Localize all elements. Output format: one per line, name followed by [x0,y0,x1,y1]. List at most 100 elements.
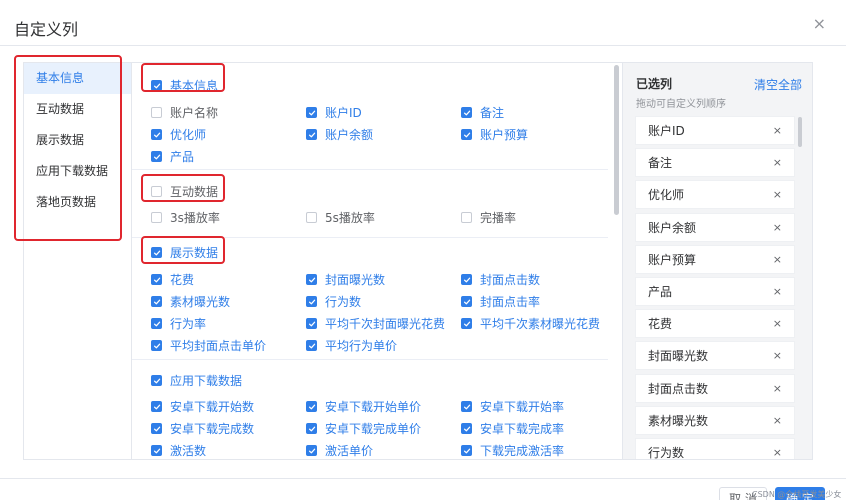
checkbox-checked-icon [151,445,162,456]
checkbox-checked-icon [306,445,317,456]
checkbox-checked-icon [306,423,317,434]
section-interaction-label: 互动数据 [170,185,219,199]
options-scrollbar-thumb[interactable] [614,65,619,215]
selected-item[interactable]: 账户余额 × [635,212,795,242]
option-checkbox[interactable]: 封面曝光数 [306,271,385,288]
option-checkbox[interactable]: 安卓下载开始数 [151,398,254,415]
option-checkbox[interactable]: 5s播放率 [306,209,375,226]
checkbox-checked-icon [461,445,472,456]
checkbox-unchecked-icon [306,212,317,223]
selected-item[interactable]: 花费 × [635,309,795,339]
remove-icon[interactable]: × [773,124,782,137]
selected-item-label: 行为数 [648,445,685,459]
option-checkbox[interactable]: 3s播放率 [151,209,220,226]
section-download: 应用下载数据 安卓下载开始数 安卓下载开始单价 安卓下载开始率 安卓下载完成数 … [132,360,608,459]
section-display-label: 展示数据 [170,246,219,260]
option-checkbox[interactable]: 账户名称 [151,104,218,121]
option-label: 封面曝光数 [325,273,386,287]
checkbox-checked-icon [461,401,472,412]
section-download-checkbox[interactable]: 应用下载数据 [151,372,242,389]
selected-item[interactable]: 行为数 × [635,437,795,459]
checkbox-unchecked-icon [151,107,162,118]
selected-scrollbar-thumb[interactable] [798,117,802,147]
option-label: 5s播放率 [325,211,375,225]
option-checkbox[interactable]: 平均千次素材曝光花费 [461,315,600,332]
option-checkbox[interactable]: 素材曝光数 [151,293,230,310]
option-checkbox[interactable]: 行为数 [306,293,361,310]
close-icon[interactable]: × [813,14,826,33]
category-item-label: 展示数据 [36,133,85,147]
option-checkbox[interactable]: 封面点击率 [461,293,540,310]
selected-item[interactable]: 备注 × [635,148,795,178]
option-checkbox[interactable]: 下载完成激活率 [461,442,564,459]
section-basic: 基本信息 账户名称 账户ID 备注 优化师 账户余额 账户预算 产品 [132,63,608,170]
category-item-interaction[interactable]: 互动数据 [24,94,131,125]
remove-icon[interactable]: × [773,253,782,266]
remove-icon[interactable]: × [773,285,782,298]
remove-icon[interactable]: × [773,414,782,427]
selected-item[interactable]: 账户预算 × [635,244,795,274]
column-config-panel: 基本信息 互动数据 展示数据 应用下载数据 落地页数据 基本信息 账户名称 账户… [23,62,813,460]
options-scrollbar[interactable] [612,63,620,459]
selected-item-label: 花费 [648,317,673,332]
checkbox-checked-icon [151,151,162,162]
option-checkbox[interactable]: 激活单价 [306,442,373,459]
selected-item[interactable]: 封面点击数 × [635,373,795,403]
section-display-checkbox[interactable]: 展示数据 [151,244,218,261]
option-label: 平均行为单价 [325,339,398,353]
option-checkbox[interactable]: 产品 [151,148,194,165]
remove-icon[interactable]: × [773,446,782,459]
option-label: 行为数 [325,295,362,309]
option-checkbox[interactable]: 平均封面点击单价 [151,337,266,354]
option-label: 花费 [170,273,195,287]
selected-item-label: 优化师 [648,188,685,203]
option-label: 平均封面点击单价 [170,339,267,353]
option-checkbox[interactable]: 封面点击数 [461,271,540,288]
checkbox-checked-icon [151,318,162,329]
option-checkbox[interactable]: 安卓下载完成率 [461,420,564,437]
option-checkbox[interactable]: 安卓下载开始单价 [306,398,421,415]
checkbox-checked-icon [151,375,162,386]
remove-icon[interactable]: × [773,156,782,169]
selected-item[interactable]: 素材曝光数 × [635,405,795,435]
option-checkbox[interactable]: 安卓下载完成单价 [306,420,421,437]
section-basic-checkbox[interactable]: 基本信息 [151,77,218,94]
selected-item[interactable]: 产品 × [635,276,795,306]
checkbox-checked-icon [306,296,317,307]
option-checkbox[interactable]: 花费 [151,271,194,288]
option-checkbox[interactable]: 账户余额 [306,126,373,143]
selected-list: 账户ID × 备注 × 优化师 × 账户余额 × 账户预算 × 产品 × 花费 × 封面曝光数… [635,116,795,459]
option-checkbox[interactable]: 账户ID [306,104,362,121]
watermark: CSDN @全栈开发美少女 [752,490,842,499]
section-interaction-checkbox[interactable]: 互动数据 [151,183,218,200]
remove-icon[interactable]: × [773,317,782,330]
category-item-label: 互动数据 [36,102,85,116]
option-checkbox[interactable]: 安卓下载开始率 [461,398,564,415]
clear-all-button[interactable]: 清空全部 [754,76,802,93]
option-checkbox[interactable]: 完播率 [461,209,516,226]
option-checkbox[interactable]: 平均千次封面曝光花费 [306,315,445,332]
option-checkbox[interactable]: 账户预算 [461,126,528,143]
selected-item[interactable]: 封面曝光数 × [635,341,795,371]
category-item-landing[interactable]: 落地页数据 [24,187,131,218]
category-item-display[interactable]: 展示数据 [24,125,131,156]
category-item-label: 落地页数据 [36,195,97,209]
category-item-basic[interactable]: 基本信息 [24,63,131,94]
remove-icon[interactable]: × [773,221,782,234]
remove-icon[interactable]: × [773,349,782,362]
option-checkbox[interactable]: 平均行为单价 [306,337,397,354]
option-label: 账户余额 [325,128,374,142]
option-checkbox[interactable]: 激活数 [151,442,206,459]
selected-item[interactable]: 优化师 × [635,180,795,210]
option-checkbox[interactable]: 备注 [461,104,504,121]
remove-icon[interactable]: × [773,188,782,201]
selected-item-label: 账户ID [648,124,685,138]
selected-item-label: 封面曝光数 [648,349,709,364]
option-checkbox[interactable]: 优化师 [151,126,206,143]
category-item-download[interactable]: 应用下载数据 [24,156,131,187]
category-nav: 基本信息 互动数据 展示数据 应用下载数据 落地页数据 [24,63,132,459]
option-checkbox[interactable]: 安卓下载完成数 [151,420,254,437]
remove-icon[interactable]: × [773,382,782,395]
option-checkbox[interactable]: 行为率 [151,315,206,332]
selected-item[interactable]: 账户ID × [635,116,795,145]
